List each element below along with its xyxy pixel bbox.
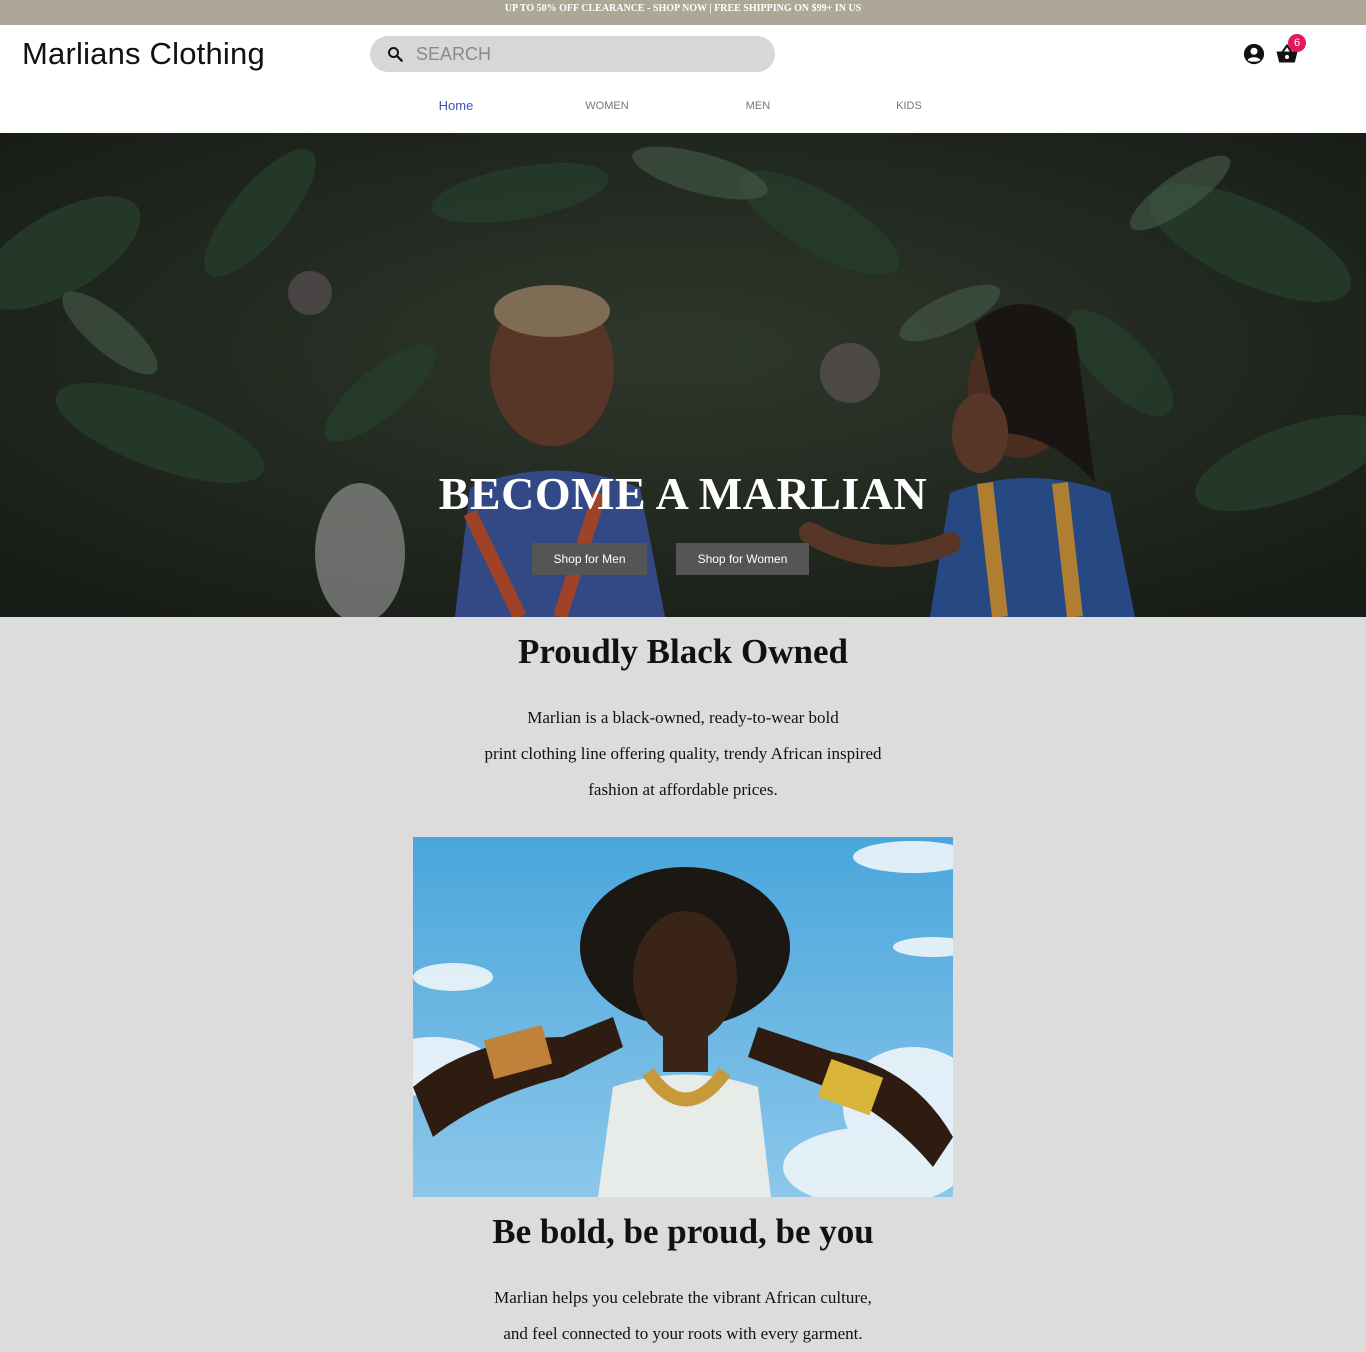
shop-men-button[interactable]: Shop for Men	[532, 543, 647, 575]
promo-text: UP TO 50% OFF CLEARANCE - SHOP NOW | FRE…	[504, 3, 862, 14]
brand-logo[interactable]: Marlians Clothing	[22, 36, 265, 72]
search-input[interactable]	[416, 40, 756, 68]
nav-item-kids[interactable]: KIDS	[869, 100, 949, 112]
account-icon[interactable]	[1243, 43, 1265, 65]
promo-banner[interactable]: UP TO 50% OFF CLEARANCE - SHOP NOW | FRE…	[0, 0, 1366, 25]
about-line: fashion at affordable prices.	[588, 780, 778, 799]
search-icon[interactable]	[386, 45, 404, 63]
shop-women-button[interactable]: Shop for Women	[676, 543, 809, 575]
about-line: Marlian is a black-owned, ready-to-wear …	[527, 708, 839, 727]
about-paragraph: Marlian is a black-owned, ready-to-wear …	[433, 700, 933, 808]
cart-count-badge: 6	[1288, 34, 1306, 52]
main-nav: Home WOMEN MEN KIDS	[0, 98, 1366, 120]
bold-paragraph: Marlian helps you celebrate the vibrant …	[433, 1280, 933, 1352]
about-line: print clothing line offering quality, tr…	[484, 744, 882, 763]
bold-heading: Be bold, be proud, be you	[492, 1212, 874, 1251]
search-bar[interactable]	[370, 36, 775, 72]
nav-item-women[interactable]: WOMEN	[567, 100, 647, 112]
about-heading: Proudly Black Owned	[518, 632, 848, 671]
nav-item-men[interactable]: MEN	[718, 100, 798, 112]
hero-title: BECOME A MARLIAN	[438, 468, 928, 519]
site-header: Marlians Clothing 6 Home WOMEN MEN KIDS	[0, 25, 1366, 133]
bold-line: and feel connected to your roots with ev…	[503, 1324, 863, 1343]
bold-line: Marlian helps you celebrate the vibrant …	[494, 1288, 872, 1307]
feature-photo	[413, 837, 953, 1197]
hero-banner: BECOME A MARLIAN Shop for Men Shop for W…	[0, 133, 1366, 617]
nav-item-home[interactable]: Home	[416, 98, 496, 113]
